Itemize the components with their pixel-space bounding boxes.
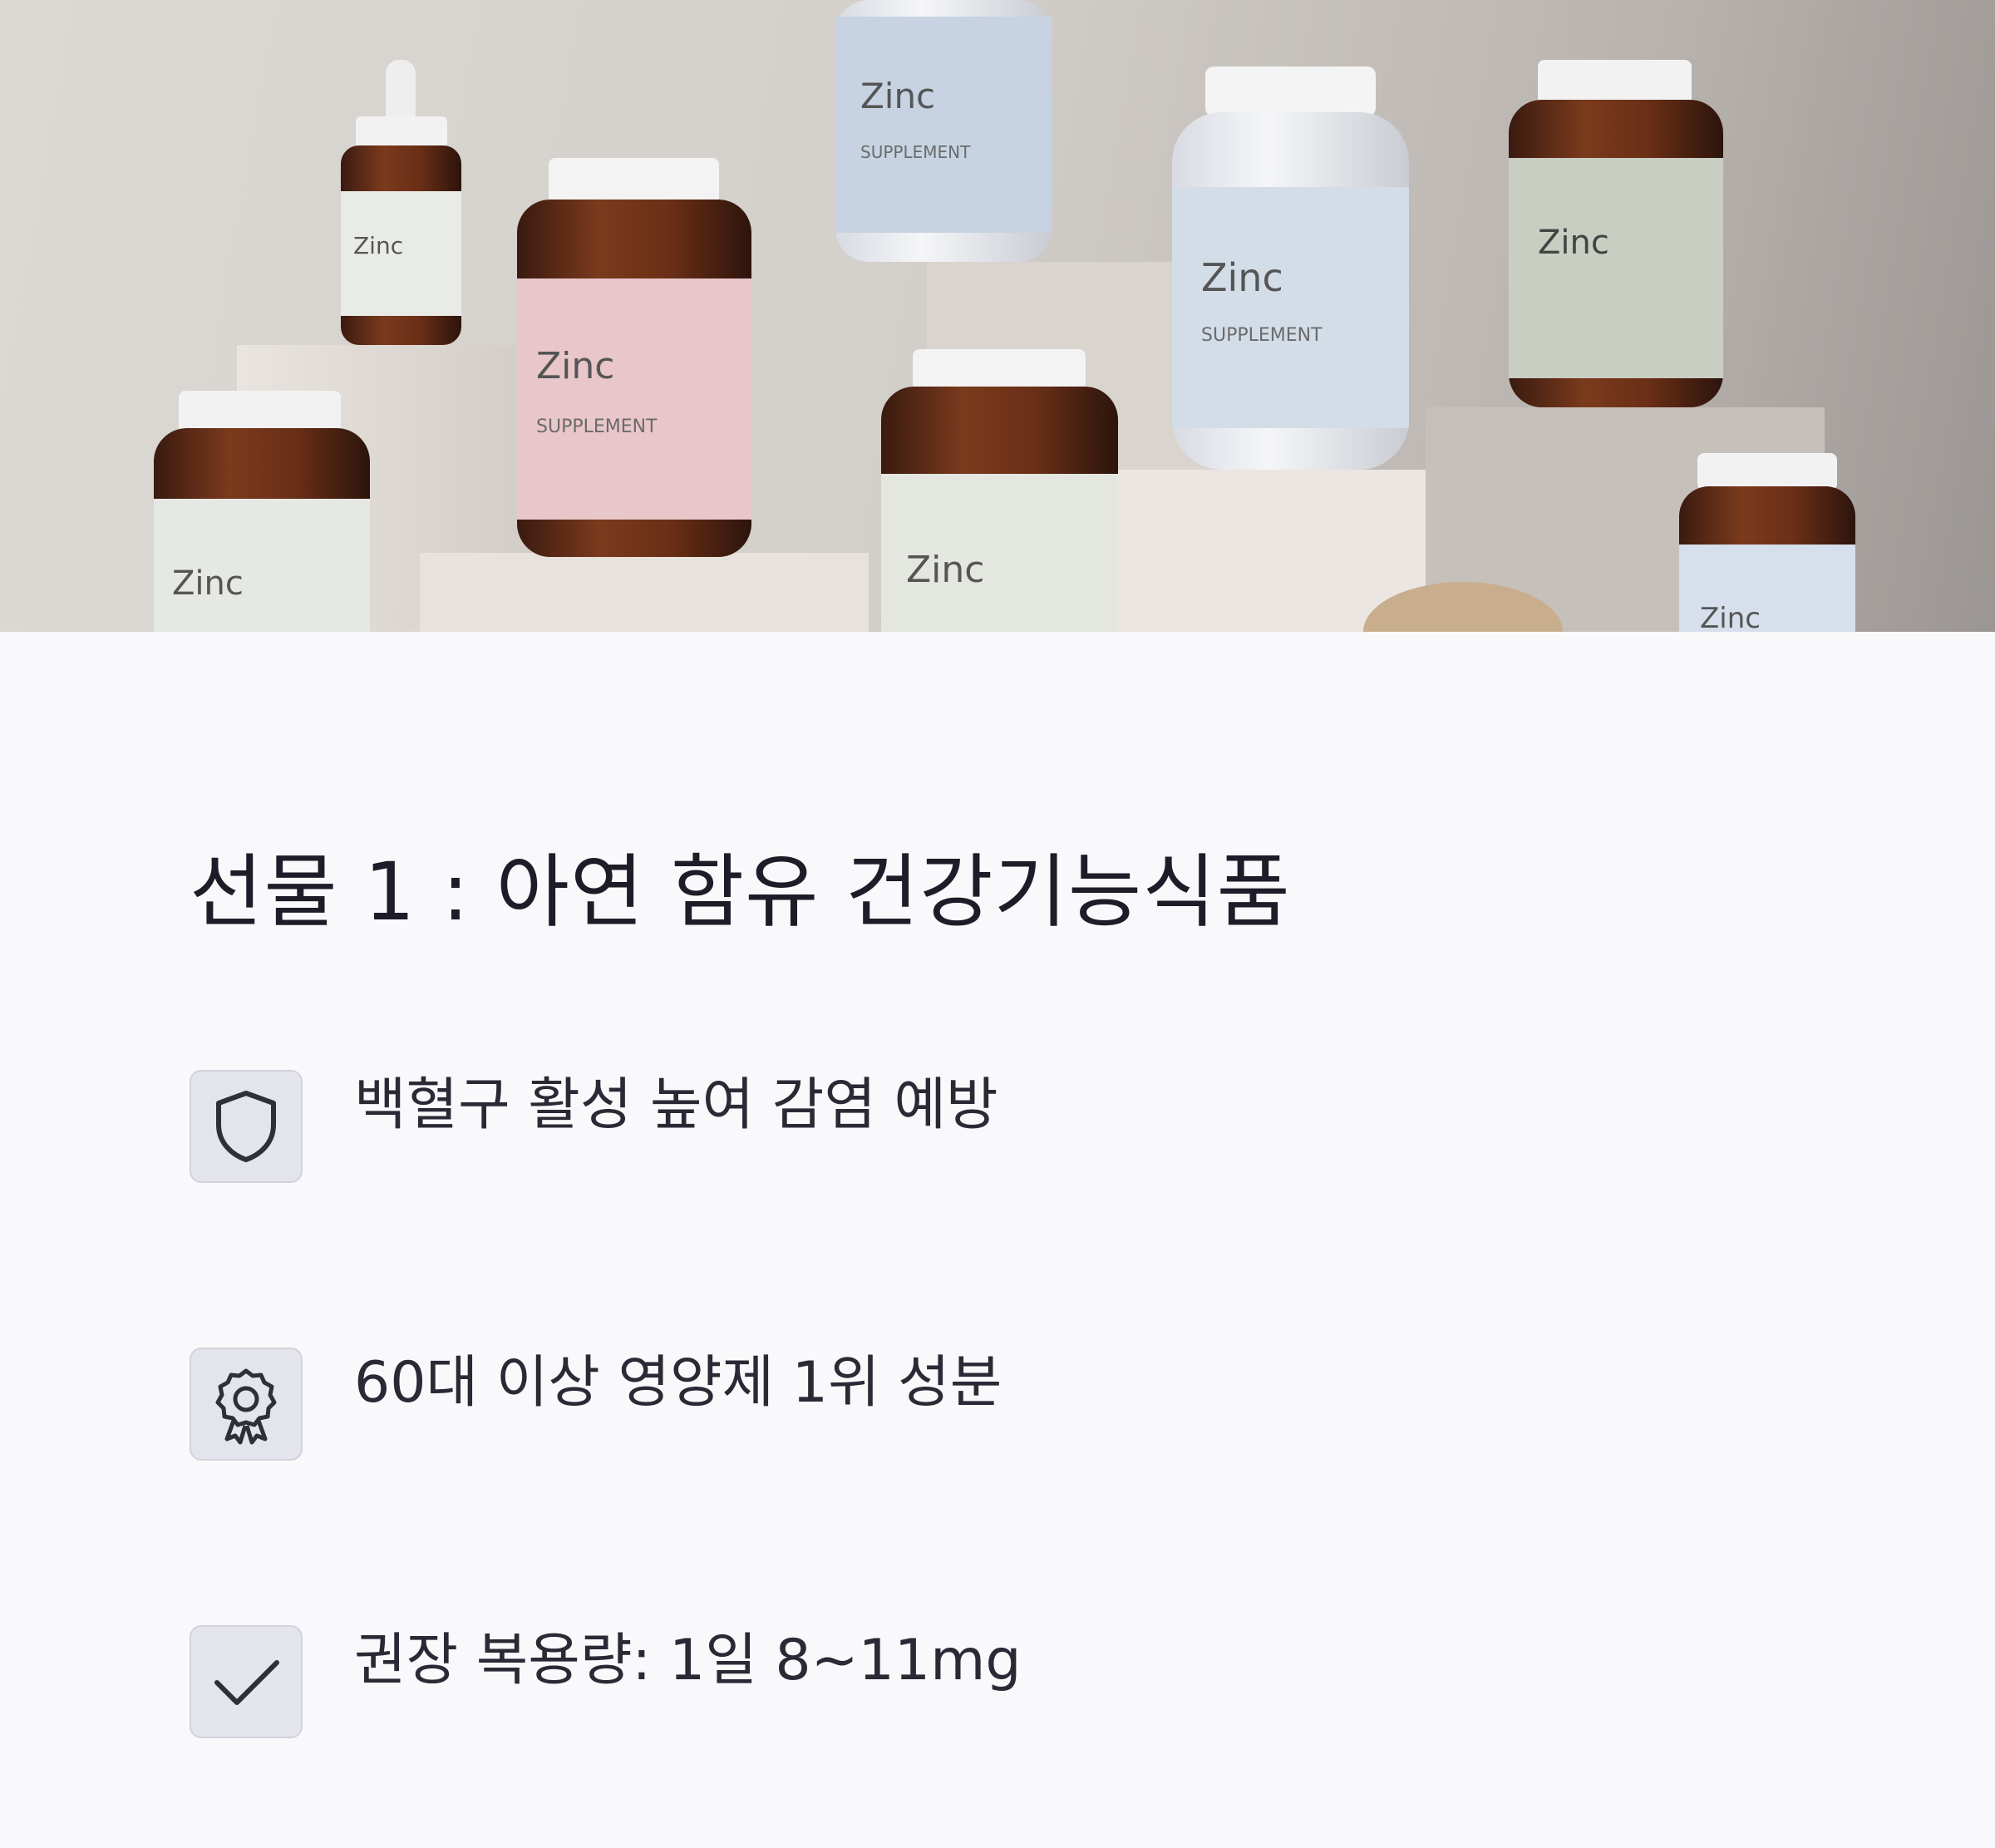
supplement-bottles-illustration: Zinc Zinc SUPPLEMENT Zinc SUPPLEMENT Zin… bbox=[154, 0, 1855, 632]
svg-text:SUPPLEMENT: SUPPLEMENT bbox=[536, 416, 658, 437]
hero-image: Zinc Zinc SUPPLEMENT Zinc SUPPLEMENT Zin… bbox=[0, 0, 1995, 632]
svg-text:Zinc: Zinc bbox=[536, 345, 614, 387]
svg-text:Zinc: Zinc bbox=[1700, 602, 1761, 632]
svg-text:SUPPLEMENT: SUPPLEMENT bbox=[860, 142, 971, 162]
feature-text: 백혈구 활성 높여 감염 예방 bbox=[354, 1072, 998, 1138]
feature-icon-box bbox=[190, 1625, 303, 1738]
check-icon bbox=[214, 1660, 279, 1705]
svg-text:Zinc: Zinc bbox=[906, 549, 984, 591]
svg-text:Zinc: Zinc bbox=[860, 76, 935, 116]
badge-icon bbox=[215, 1368, 277, 1445]
svg-text:Zinc: Zinc bbox=[1201, 255, 1283, 300]
feature-icon-box bbox=[190, 1348, 303, 1461]
svg-text:Zinc: Zinc bbox=[353, 232, 403, 259]
shield-icon bbox=[216, 1091, 276, 1162]
svg-text:Zinc: Zinc bbox=[172, 564, 244, 603]
svg-text:SUPPLEMENT: SUPPLEMENT bbox=[1201, 325, 1323, 346]
feature-text: 권장 복용량: 1일 8~11mg bbox=[354, 1628, 1022, 1693]
feature-item-infection-prevention: 백혈구 활성 높여 감염 예방 bbox=[190, 1070, 1852, 1183]
page-title: 선물 1 : 아연 함유 건강기능식품 bbox=[190, 845, 1291, 939]
svg-text:Zinc: Zinc bbox=[1538, 224, 1609, 262]
feature-text: 60대 이상 영양제 1위 성분 bbox=[354, 1350, 1002, 1416]
feature-item-dosage: 권장 복용량: 1일 8~11mg bbox=[190, 1625, 1852, 1738]
feature-icon-box bbox=[190, 1070, 303, 1183]
feature-item-top-nutrient: 60대 이상 영양제 1위 성분 bbox=[190, 1348, 1852, 1461]
